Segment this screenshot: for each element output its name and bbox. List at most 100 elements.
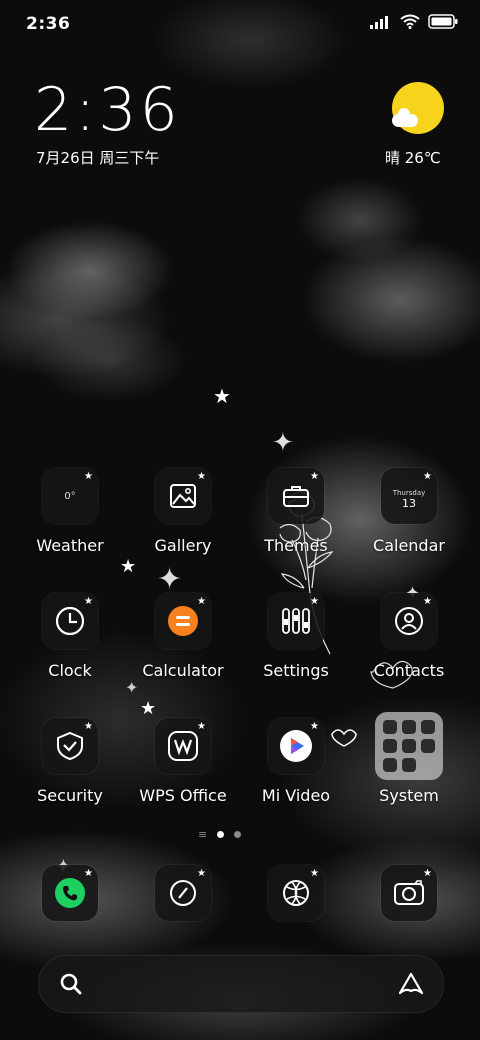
app-label: Themes (264, 536, 328, 555)
app-contacts[interactable]: ★ Contacts (354, 593, 464, 680)
page-list-icon[interactable]: ≡ (198, 829, 207, 840)
play-icon (280, 730, 312, 762)
wifi-icon (400, 14, 420, 29)
status-time: 2:36 (26, 14, 71, 34)
star-badge-icon: ★ (423, 596, 432, 607)
app-themes[interactable]: ★ Themes (241, 468, 351, 555)
app-gallery[interactable]: ★ Gallery (128, 468, 238, 555)
star-badge-icon: ★ (197, 721, 206, 732)
clock-widget-date: 7月26日 周三下午 (36, 149, 160, 167)
star-badge-icon: ★ (197, 868, 206, 879)
camera-body-icon (394, 880, 424, 905)
app-security[interactable]: ★ Security (15, 718, 125, 805)
weather-widget-text: 晴 26℃ (385, 149, 441, 167)
calculator-icon[interactable]: ★ (155, 593, 211, 649)
calendar-icon-day: Thursday (392, 488, 426, 497)
assistant-icon[interactable] (397, 971, 425, 997)
security-icon[interactable]: ★ (42, 718, 98, 774)
dock-compass[interactable]: ★ (128, 865, 238, 921)
app-calendar[interactable]: ★ Thursday 13 Calendar (354, 468, 464, 555)
wps-logo-icon (168, 731, 198, 761)
cloud-icon (392, 108, 418, 127)
battery-icon (428, 14, 458, 29)
clock-face-icon (55, 606, 85, 636)
star-badge-icon: ★ (84, 721, 93, 732)
app-clock[interactable]: ★ Clock (15, 593, 125, 680)
star-badge-icon: ★ (310, 471, 319, 482)
star-badge-icon: ★ (197, 596, 206, 607)
image-icon (170, 484, 196, 508)
camera-icon[interactable]: ★ (381, 865, 437, 921)
status-bar: 2:36 (0, 0, 480, 48)
search-bar[interactable] (38, 955, 444, 1013)
app-label: Gallery (154, 536, 212, 555)
star-badge-icon: ★ (423, 868, 432, 879)
status-icons (370, 14, 458, 29)
clock-widget-time[interactable]: 2:36 (34, 80, 181, 140)
signal-icon (370, 15, 388, 29)
dock-browser[interactable]: ★ (241, 865, 351, 921)
sparkle-decoration: ★ (140, 698, 157, 719)
weather-icon-temp: 0° (64, 490, 76, 502)
settings-icon[interactable]: ★ (268, 593, 324, 649)
app-mi-video[interactable]: ★ Mi Video (241, 718, 351, 805)
star-badge-icon: ★ (310, 721, 319, 732)
dock-phone[interactable]: ★ (15, 865, 125, 921)
calendar-icon-date: 13 (402, 496, 416, 510)
page-indicator[interactable]: ≡ (198, 829, 242, 840)
equals-icon (168, 606, 198, 636)
folder-app-icon (402, 758, 416, 772)
folder-app-icon (383, 720, 397, 734)
app-label: Calculator (142, 661, 224, 680)
app-system-folder[interactable]: System (354, 712, 464, 805)
sparkle-decoration: ✦ (272, 428, 294, 458)
person-icon (395, 607, 423, 635)
app-wps-office[interactable]: ★ WPS Office (128, 718, 238, 805)
app-label: Security (37, 786, 103, 805)
page-dot-active[interactable] (217, 831, 225, 838)
app-label: Contacts (373, 661, 445, 680)
app-settings[interactable]: ★ Settings (241, 593, 351, 680)
mi-video-icon[interactable]: ★ (268, 718, 324, 774)
folder-app-icon (421, 720, 435, 734)
calendar-icon[interactable]: ★ Thursday 13 (381, 468, 437, 524)
compass-circle-icon (170, 880, 196, 906)
themes-icon[interactable]: ★ (268, 468, 324, 524)
star-badge-icon: ★ (310, 868, 319, 879)
handset-icon (55, 878, 85, 908)
system-folder[interactable] (375, 712, 443, 780)
globe-icon (283, 880, 309, 906)
dock-camera[interactable]: ★ (354, 865, 464, 921)
sparkle-decoration: ★ (120, 556, 137, 577)
page-dot[interactable] (234, 831, 242, 838)
contacts-icon[interactable]: ★ (381, 593, 437, 649)
star-badge-icon: ★ (84, 596, 93, 607)
browser-icon[interactable]: ★ (268, 865, 324, 921)
wps-office-icon[interactable]: ★ (155, 718, 211, 774)
sparkle-decoration: ✦ (125, 678, 139, 697)
app-label: System (379, 786, 439, 805)
star-badge-icon: ★ (84, 471, 93, 482)
folder-app-icon (421, 739, 435, 753)
app-label: Settings (263, 661, 329, 680)
folder-app-icon (383, 758, 397, 772)
weather-icon[interactable]: ★ 0° (42, 468, 98, 524)
briefcase-icon (283, 486, 309, 507)
folder-app-icon (402, 720, 416, 734)
folder-app-icon (383, 739, 397, 753)
star-badge-icon: ★ (310, 596, 319, 607)
app-label: Mi Video (261, 786, 331, 805)
star-badge-icon: ★ (197, 471, 206, 482)
clock-icon[interactable]: ★ (42, 593, 98, 649)
app-calculator[interactable]: ★ Calculator (128, 593, 238, 680)
gallery-icon[interactable]: ★ (155, 468, 211, 524)
star-badge-icon: ★ (84, 868, 93, 879)
folder-app-icon (402, 739, 416, 753)
app-label: WPS Office (139, 786, 227, 805)
sparkle-decoration: ★ (213, 384, 231, 408)
phone-icon[interactable]: ★ (42, 865, 98, 921)
star-badge-icon: ★ (423, 471, 432, 482)
search-icon[interactable] (59, 972, 83, 996)
compass-icon[interactable]: ★ (155, 865, 211, 921)
app-weather[interactable]: ★ 0° Weather (15, 468, 125, 555)
